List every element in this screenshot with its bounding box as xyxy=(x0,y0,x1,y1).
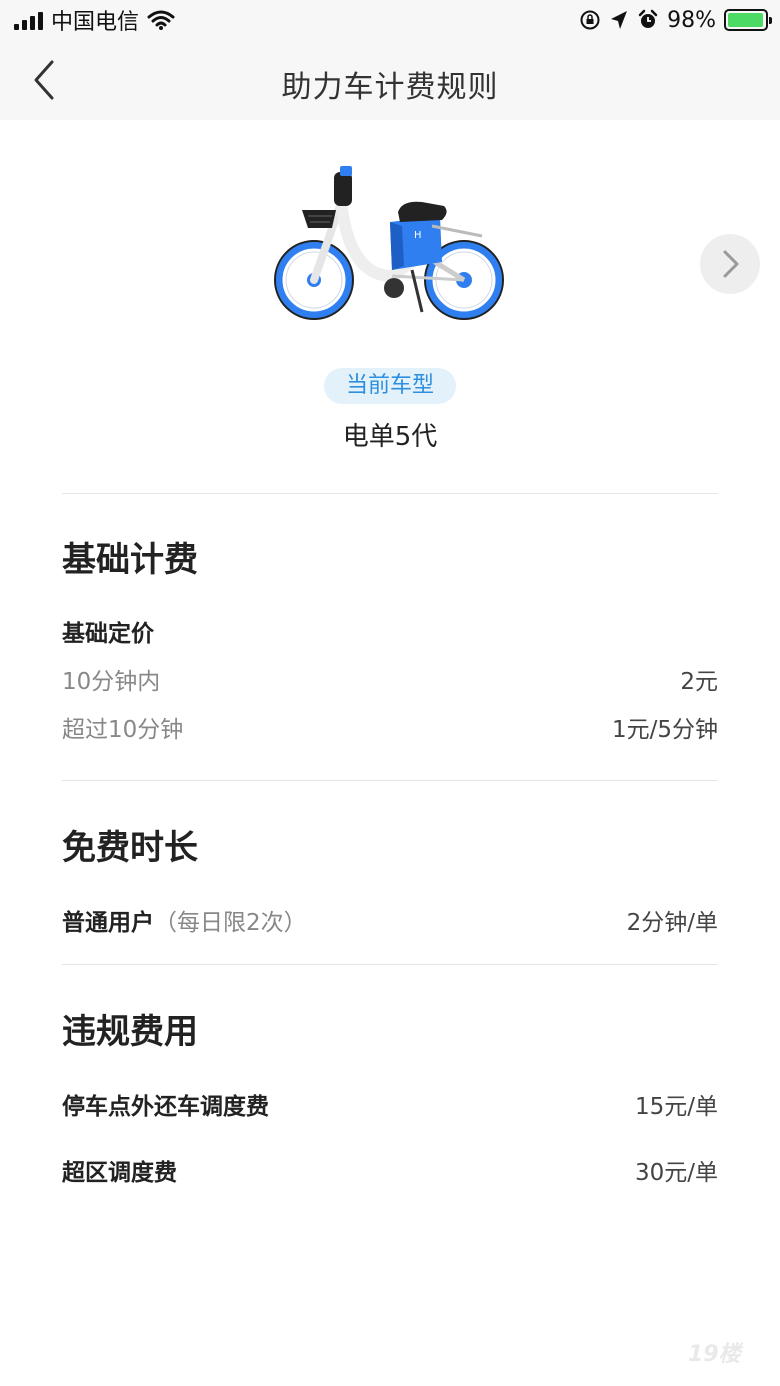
violation-row-value: 15元/单 xyxy=(634,1094,718,1120)
section-title-basic: 基础计费 xyxy=(62,540,198,580)
watermark: 19楼 xyxy=(688,1342,741,1367)
bike-image: H xyxy=(274,166,504,320)
nav-bar: 助力车计费规则 xyxy=(0,40,780,120)
rotation-lock-icon xyxy=(580,10,600,30)
wifi-icon xyxy=(147,10,175,30)
section-title-violation: 违规费用 xyxy=(62,1012,198,1052)
location-icon xyxy=(611,11,628,29)
battery-fill xyxy=(728,13,764,27)
violation-row-value: 30元/单 xyxy=(634,1160,718,1186)
divider xyxy=(62,780,718,781)
status-bar: 中国电信 98% xyxy=(0,0,780,40)
svg-text:H: H xyxy=(414,230,422,241)
status-right: 98% xyxy=(579,6,772,34)
divider xyxy=(62,964,718,965)
basic-row-value: 1元/5分钟 xyxy=(611,717,718,743)
free-row-value: 2分钟/单 xyxy=(626,910,718,936)
chevron-right-icon xyxy=(723,250,739,278)
vehicle-hero: H 当前车型 电单5代 xyxy=(0,120,780,494)
alarm-icon xyxy=(638,9,658,28)
current-model-badge: 当前车型 xyxy=(324,368,456,404)
violation-row-label: 停车点外还车调度费 xyxy=(62,1094,269,1120)
model-name: 电单5代 xyxy=(342,422,438,452)
divider xyxy=(62,493,718,494)
carrier-name: 中国电信 xyxy=(51,10,140,35)
free-row-label: 普通用户（每日限2次） xyxy=(62,903,307,937)
free-user-type: 普通用户 xyxy=(62,910,154,936)
free-limit-note: （每日限2次） xyxy=(154,910,307,936)
basic-row-value: 2元 xyxy=(680,669,718,695)
signal-icon xyxy=(14,10,43,30)
basic-row-label: 10分钟内 xyxy=(62,669,161,695)
basic-row-label: 超过10分钟 xyxy=(62,717,184,743)
battery-percent: 98% xyxy=(667,7,716,33)
violation-row-label: 超区调度费 xyxy=(62,1160,177,1186)
page-title: 助力车计费规则 xyxy=(281,70,499,105)
next-model-button[interactable] xyxy=(700,234,760,294)
section-title-free: 免费时长 xyxy=(62,828,198,868)
basic-pricing-subtitle: 基础定价 xyxy=(62,621,154,647)
status-left: 中国电信 xyxy=(14,6,175,35)
battery-icon xyxy=(724,9,772,31)
